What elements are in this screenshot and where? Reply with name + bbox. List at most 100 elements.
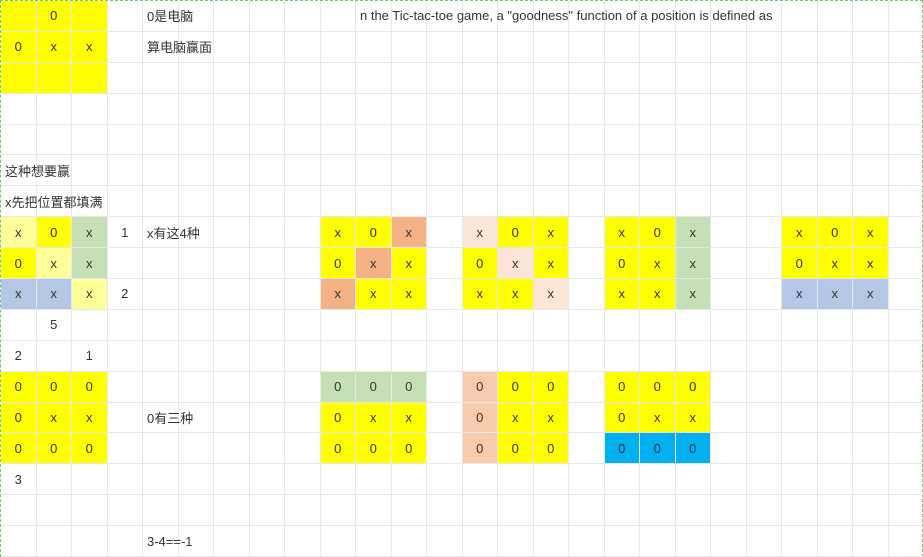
cell[interactable] [569, 32, 605, 63]
board-cell[interactable]: 0 [37, 372, 73, 403]
cell[interactable] [179, 155, 215, 186]
cell[interactable] [818, 433, 854, 464]
cell[interactable] [676, 63, 712, 94]
board-cell[interactable]: x [463, 217, 499, 248]
spreadsheet-area[interactable]: 00是电脑n the Tic-tac-toe game, a "goodness… [0, 0, 923, 557]
cell[interactable] [72, 94, 108, 125]
cell[interactable] [640, 125, 676, 156]
board-cell[interactable]: x [605, 279, 641, 310]
board-cell[interactable]: 0 [676, 372, 712, 403]
cell[interactable] [676, 464, 712, 495]
board-cell[interactable]: 0 [605, 248, 641, 279]
board-cell[interactable]: x [321, 217, 357, 248]
board-cell[interactable]: x [356, 248, 392, 279]
board-cell[interactable]: 0 [676, 433, 712, 464]
cell[interactable] [250, 403, 286, 434]
cell[interactable] [285, 155, 321, 186]
cell[interactable] [498, 495, 534, 526]
cell[interactable] [498, 94, 534, 125]
cell[interactable] [676, 310, 712, 341]
cell[interactable] [640, 186, 676, 217]
board-cell[interactable]: x [37, 32, 73, 63]
board-cell[interactable]: 0 [1, 403, 37, 434]
cell[interactable] [853, 526, 889, 557]
cell[interactable] [285, 341, 321, 372]
cell[interactable] [356, 464, 392, 495]
cell[interactable] [143, 248, 179, 279]
cell[interactable] [711, 217, 747, 248]
cell[interactable] [747, 217, 783, 248]
cell[interactable] [427, 279, 463, 310]
cell[interactable] [463, 63, 499, 94]
cell[interactable] [72, 155, 108, 186]
cell[interactable] [463, 94, 499, 125]
cell[interactable] [108, 464, 144, 495]
cell[interactable] [711, 464, 747, 495]
cell[interactable] [853, 433, 889, 464]
cell[interactable] [285, 526, 321, 557]
cell[interactable] [392, 63, 428, 94]
cell[interactable] [321, 464, 357, 495]
board-cell[interactable]: x [392, 403, 428, 434]
cell[interactable] [214, 341, 250, 372]
side-num[interactable]: 1 [108, 217, 144, 248]
cell[interactable] [747, 63, 783, 94]
cell[interactable] [321, 32, 357, 63]
cell[interactable] [605, 155, 641, 186]
board-cell[interactable]: 0 [605, 403, 641, 434]
cell[interactable] [818, 155, 854, 186]
cell[interactable] [72, 310, 108, 341]
board-cell[interactable]: 0 [72, 372, 108, 403]
cell[interactable] [782, 125, 818, 156]
cell[interactable] [711, 526, 747, 557]
cell[interactable] [782, 372, 818, 403]
board-cell[interactable]: x [676, 403, 712, 434]
cell[interactable] [711, 248, 747, 279]
cell[interactable] [321, 155, 357, 186]
cell[interactable] [640, 464, 676, 495]
label-want-win[interactable]: 这种想要赢 [1, 155, 37, 186]
board-cell[interactable]: x [534, 248, 570, 279]
cell[interactable] [1, 310, 37, 341]
board-cell[interactable]: 0 [321, 433, 357, 464]
cell[interactable] [889, 341, 923, 372]
cell[interactable] [605, 495, 641, 526]
cell[interactable] [37, 94, 73, 125]
cell[interactable] [889, 217, 923, 248]
cell[interactable] [569, 94, 605, 125]
board-cell[interactable]: x [676, 217, 712, 248]
board-cell[interactable]: x [782, 217, 818, 248]
label-x-four[interactable]: x有这4种 [143, 217, 179, 248]
cell[interactable] [747, 495, 783, 526]
cell[interactable] [711, 310, 747, 341]
cell[interactable] [1, 495, 37, 526]
cell[interactable] [427, 94, 463, 125]
cell[interactable] [37, 63, 73, 94]
board-cell[interactable]: 0 [1, 32, 37, 63]
cell[interactable] [321, 125, 357, 156]
board-cell[interactable]: 0 [1, 248, 37, 279]
label-x-fill[interactable]: x先把位置都填满 [1, 186, 37, 217]
cell[interactable] [569, 403, 605, 434]
cell[interactable] [108, 433, 144, 464]
cell[interactable] [321, 495, 357, 526]
board-cell[interactable]: 0 [498, 372, 534, 403]
cell[interactable] [569, 279, 605, 310]
board-cell[interactable]: 0 [321, 248, 357, 279]
cell[interactable] [782, 1, 818, 32]
board-cell[interactable]: x [640, 279, 676, 310]
cell[interactable] [534, 495, 570, 526]
cell[interactable] [143, 310, 179, 341]
cell[interactable] [498, 526, 534, 557]
cell[interactable] [498, 63, 534, 94]
cell[interactable] [747, 186, 783, 217]
cell[interactable] [676, 94, 712, 125]
cell[interactable] [214, 310, 250, 341]
cell[interactable] [392, 125, 428, 156]
cell[interactable] [179, 495, 215, 526]
cell[interactable] [889, 94, 923, 125]
cell[interactable] [214, 63, 250, 94]
board-cell[interactable]: x [392, 248, 428, 279]
cell[interactable] [569, 217, 605, 248]
cell[interactable] [889, 310, 923, 341]
